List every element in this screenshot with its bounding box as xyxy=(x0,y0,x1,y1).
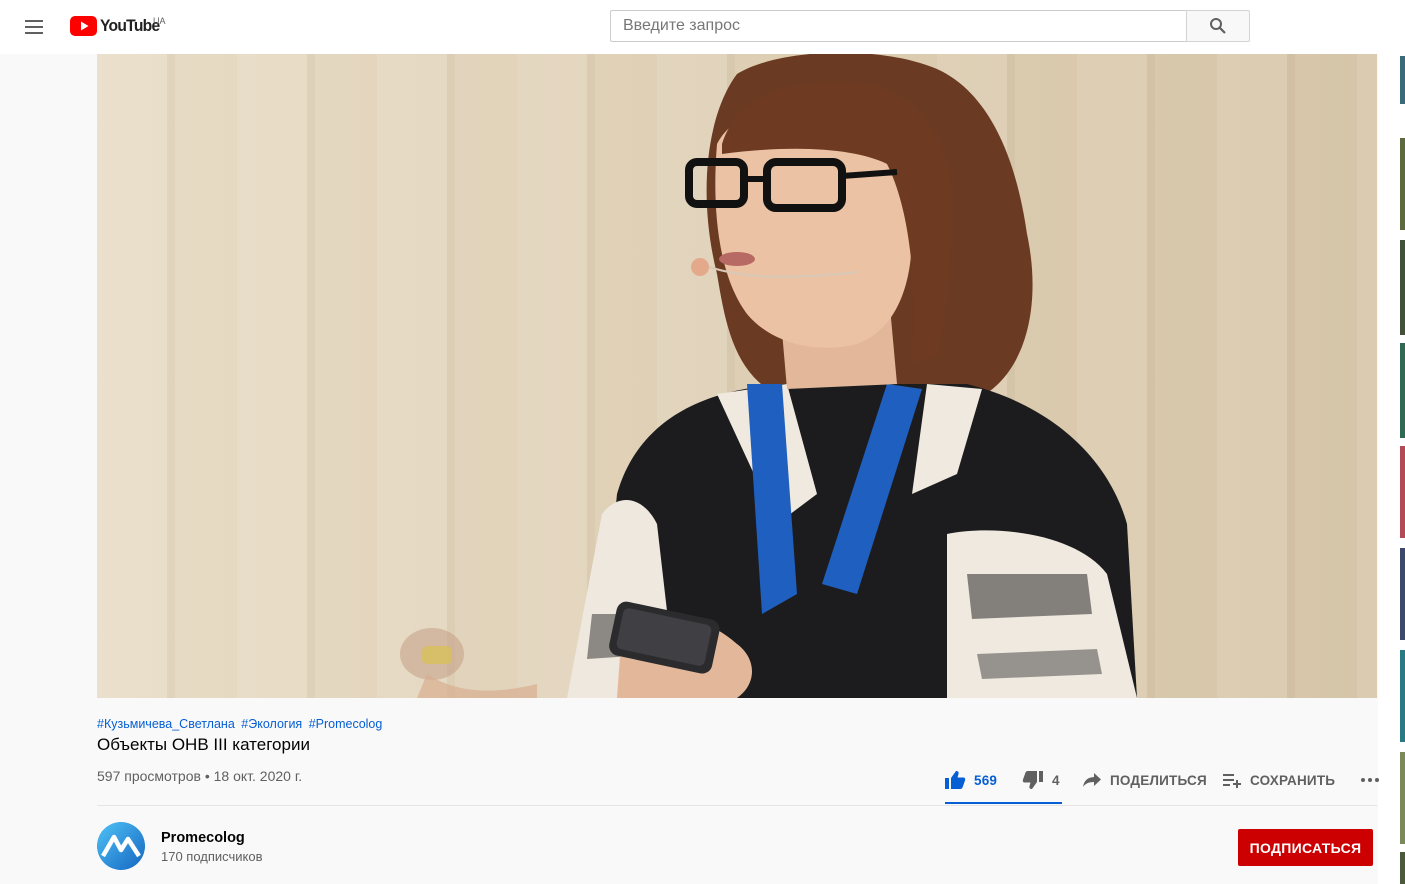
like-button[interactable]: 569 xyxy=(940,760,1022,800)
video-stats: 597 просмотров • 18 окт. 2020 г. xyxy=(97,768,302,784)
recommendations-edge xyxy=(1378,0,1405,884)
channel-avatar[interactable] xyxy=(97,822,145,870)
region-code: UA xyxy=(153,16,166,26)
share-label: ПОДЕЛИТЬСЯ xyxy=(1110,772,1207,788)
recommendation-thumbnail[interactable] xyxy=(1400,548,1405,640)
stats-separator: • xyxy=(204,768,210,784)
recommendation-thumbnail[interactable] xyxy=(1400,446,1405,538)
dislike-count: 4 xyxy=(1052,772,1060,788)
recommendation-thumbnail[interactable] xyxy=(1400,650,1405,742)
youtube-logo[interactable]: YouTube xyxy=(70,15,165,37)
promecolog-logo-icon xyxy=(97,822,145,870)
masthead: YouTube UA xyxy=(0,0,1378,54)
recommendation-thumbnail[interactable] xyxy=(1400,240,1405,335)
search-button[interactable] xyxy=(1186,10,1250,42)
playlist-add-icon xyxy=(1223,774,1241,788)
hashtag-link[interactable]: #Кузьмичева_Светлана xyxy=(97,717,235,731)
more-horizontal-icon xyxy=(1361,778,1379,782)
publish-date: 18 окт. 2020 г. xyxy=(213,768,303,784)
view-count: 597 просмотров xyxy=(97,768,201,784)
video-player[interactable] xyxy=(97,54,1377,698)
video-actions: 569 4 ПОДЕЛИТЬСЯ СОХРАНИТЬ xyxy=(940,760,1390,800)
search-icon xyxy=(1210,18,1226,34)
recommendation-thumbnail[interactable] xyxy=(1400,343,1405,438)
search-box xyxy=(610,10,1250,42)
subscriber-count: 170 подписчиков xyxy=(161,849,263,864)
thumb-down-icon xyxy=(1022,771,1043,789)
thumb-up-icon xyxy=(945,771,966,789)
channel-name[interactable]: Promecolog xyxy=(161,830,245,846)
like-count: 569 xyxy=(974,772,998,788)
share-arrow-icon xyxy=(1083,773,1101,787)
save-label: СОХРАНИТЬ xyxy=(1250,772,1336,788)
hamburger-icon xyxy=(25,20,43,34)
youtube-play-icon xyxy=(70,16,97,36)
hashtag-link[interactable]: #Promecolog xyxy=(309,717,383,731)
share-button[interactable]: ПОДЕЛИТЬСЯ xyxy=(1082,760,1222,800)
recommendation-thumbnail[interactable] xyxy=(1400,138,1405,230)
save-button[interactable]: СОХРАНИТЬ xyxy=(1222,760,1350,800)
logo-wordmark: YouTube xyxy=(100,16,160,35)
video-title: Объекты ОНВ III категории xyxy=(97,735,310,754)
hashtag-link[interactable]: #Экология xyxy=(241,717,302,731)
like-ratio-bar xyxy=(945,802,1062,804)
recommendation-thumbnail[interactable] xyxy=(1400,752,1405,844)
recommendation-thumbnail[interactable] xyxy=(1400,56,1405,104)
more-actions-button[interactable] xyxy=(1350,760,1390,800)
dislike-button[interactable]: 4 xyxy=(1022,760,1082,800)
guide-menu-button[interactable] xyxy=(14,7,54,47)
subscribe-button[interactable]: ПОДПИСАТЬСЯ xyxy=(1238,829,1373,866)
recommendation-thumbnail[interactable] xyxy=(1400,852,1405,884)
video-hashtags: #Кузьмичева_Светлана #Экология #Promecol… xyxy=(97,717,385,731)
search-input[interactable] xyxy=(610,10,1186,42)
section-divider xyxy=(97,805,1377,806)
video-frame-image xyxy=(400,54,1137,698)
